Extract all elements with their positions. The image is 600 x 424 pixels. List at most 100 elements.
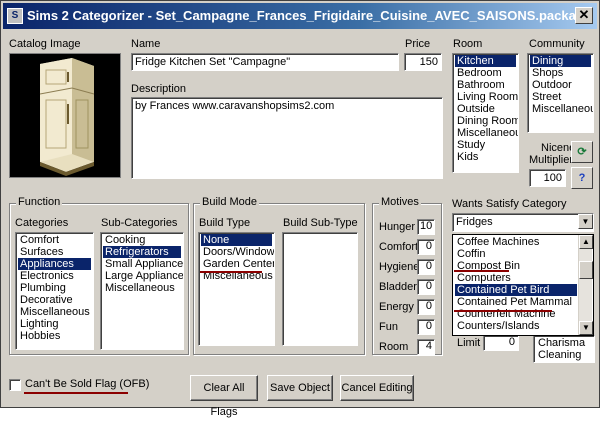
wants-dropdown-list[interactable]: Coffee Machines Coffin Compost Bin Computer… <box>452 234 594 336</box>
room-item[interactable]: Study <box>455 139 516 151</box>
motive-value-field[interactable]: 0 <box>417 259 435 275</box>
room-item[interactable]: Kids <box>455 151 516 163</box>
scroll-thumb[interactable] <box>579 261 593 279</box>
category-item[interactable]: Electronics <box>18 270 91 282</box>
build-mode-label: Build Mode <box>200 196 260 208</box>
subcategories-label: Sub-Categories <box>101 217 178 229</box>
subcategories-list[interactable]: Cooking Refrigerators Small Appliances Larg… <box>100 232 184 350</box>
build-type-list[interactable]: None Doors/Windows Garden Center Miscellane… <box>198 232 275 346</box>
community-label: Community <box>529 38 585 50</box>
build-type-label: Build Type <box>199 217 251 229</box>
price-field[interactable]: 150 <box>404 53 442 71</box>
motive-value-field[interactable]: 0 <box>417 239 435 255</box>
scroll-down-icon[interactable]: ▼ <box>579 321 593 335</box>
build-subtype-label: Build Sub-Type <box>283 217 358 229</box>
scroll-up-icon[interactable]: ▲ <box>579 235 593 249</box>
community-item[interactable]: Miscellaneous <box>530 103 593 115</box>
category-item[interactable]: Plumbing <box>18 282 91 294</box>
cant-be-sold-checkbox[interactable] <box>9 379 21 391</box>
room-item[interactable]: Bathroom <box>455 79 516 91</box>
catalog-image <box>9 53 121 178</box>
room-item[interactable]: Living Room <box>455 91 518 103</box>
room-item[interactable]: Outside <box>455 103 516 115</box>
wants-option[interactable]: Contained Pet Bird <box>455 284 577 296</box>
wants-selected-value: Fridges <box>456 216 493 228</box>
subcategory-item[interactable]: Refrigerators <box>103 246 181 258</box>
subcategory-item[interactable]: Small Appliances <box>103 258 183 270</box>
room-item[interactable]: Miscellaneous <box>455 127 518 139</box>
subcategory-item[interactable]: Cooking <box>103 234 181 246</box>
chevron-down-icon[interactable]: ▼ <box>578 214 593 229</box>
motive-value-field[interactable]: 10 <box>417 219 435 235</box>
wants-option[interactable]: Contained Pet Mammal <box>455 296 577 308</box>
category-item[interactable]: Appliances <box>18 258 91 270</box>
help-icon[interactable]: ? <box>571 167 593 189</box>
motive-label: Comfort <box>379 241 419 253</box>
build-type-item[interactable]: None <box>201 234 272 246</box>
clear-all-flags-button[interactable]: Clear All Flags <box>190 375 258 418</box>
category-item[interactable]: Comfort <box>18 234 91 246</box>
underline-contained-pet-mammal <box>454 310 552 312</box>
underline-garden-center <box>200 271 262 273</box>
fridge-image <box>39 58 95 176</box>
build-subtype-list[interactable] <box>282 232 358 346</box>
room-item[interactable]: Dining Room <box>455 115 518 127</box>
underline-cant-be-sold <box>24 392 128 394</box>
wants-option[interactable]: Counters/Islands <box>455 320 577 332</box>
close-button[interactable]: ✕ <box>575 7 593 24</box>
motive-label: Room <box>379 341 409 353</box>
category-item[interactable]: Decorative <box>18 294 91 306</box>
name-field[interactable]: Fridge Kitchen Set "Campagne" <box>131 53 399 71</box>
motive-label: Hunger <box>379 221 416 233</box>
behind-list[interactable]: Charisma Cleaning <box>533 335 595 363</box>
motive-label: Energy <box>379 301 414 313</box>
price-label: Price <box>405 38 431 50</box>
limit-label: Limit <box>457 337 481 349</box>
room-item[interactable]: Bedroom <box>455 67 516 79</box>
categorizer-window: S Sims 2 Categorizer - Set_Campagne_Fran… <box>0 0 600 418</box>
motive-value-field[interactable]: 0 <box>417 299 435 315</box>
multiplier-label: Multiplier: <box>529 154 577 166</box>
description-field[interactable]: by Frances www.caravanshopsims2.com <box>131 97 443 179</box>
community-item[interactable]: Dining <box>530 55 591 67</box>
wants-option[interactable]: Coffee Machines <box>455 236 577 248</box>
wants-dropdown[interactable]: Fridges ▼ <box>452 213 594 232</box>
category-item[interactable]: Miscellaneous <box>18 306 91 318</box>
underline-compost-bin <box>454 270 509 272</box>
behind-item[interactable]: Cleaning <box>536 349 592 361</box>
save-object-button[interactable]: Save Object <box>267 375 333 401</box>
room-label: Room <box>453 38 483 50</box>
niceness-field[interactable]: 100 <box>529 169 566 187</box>
refresh-icon[interactable]: ⟳ <box>571 141 593 163</box>
behind-item[interactable]: Charisma <box>536 337 592 349</box>
cancel-editing-button[interactable]: Cancel Editing <box>340 375 414 401</box>
app-icon: S <box>7 8 23 24</box>
categories-list[interactable]: Comfort Surfaces Appliances Electronics Plum… <box>15 232 94 350</box>
motive-value-field[interactable]: 4 <box>417 339 435 355</box>
wants-option[interactable]: Computers <box>455 272 577 284</box>
community-list[interactable]: DiningShopsOutdoorStreetMiscellaneous <box>527 53 594 133</box>
community-item[interactable]: Outdoor <box>530 79 591 91</box>
category-item[interactable]: Hobbies <box>18 330 91 342</box>
build-type-item[interactable]: Doors/Windows <box>201 246 274 258</box>
motive-value-field[interactable]: 0 <box>417 319 435 335</box>
room-item[interactable]: Kitchen <box>455 55 516 67</box>
name-label: Name <box>131 38 161 50</box>
subcategory-item[interactable]: Miscellaneous <box>103 282 181 294</box>
room-list[interactable]: Kitchen Bedroom Bathroom Living Room Outside… <box>452 53 519 173</box>
category-item[interactable]: Surfaces <box>18 246 91 258</box>
categories-label: Categories <box>15 217 69 229</box>
motive-value-field[interactable]: 0 <box>417 279 435 295</box>
build-type-item[interactable]: Garden Center <box>201 258 274 270</box>
cant-be-sold-label: Can't Be Sold Flag (OFB) <box>25 378 150 390</box>
window-title: Sims 2 Categorizer - Set_Campagne_France… <box>27 8 592 23</box>
limit-field[interactable]: 0 <box>483 335 519 351</box>
community-item[interactable]: Shops <box>530 67 591 79</box>
function-label: Function <box>16 196 63 208</box>
subcategory-item[interactable]: Large Appliances <box>103 270 183 282</box>
wants-option[interactable]: Coffin <box>455 248 577 260</box>
community-item[interactable]: Street <box>530 91 591 103</box>
category-item[interactable]: Lighting <box>18 318 91 330</box>
motive-label: Fun <box>379 321 398 333</box>
wants-scrollbar[interactable]: ▲ ▼ <box>578 235 593 335</box>
